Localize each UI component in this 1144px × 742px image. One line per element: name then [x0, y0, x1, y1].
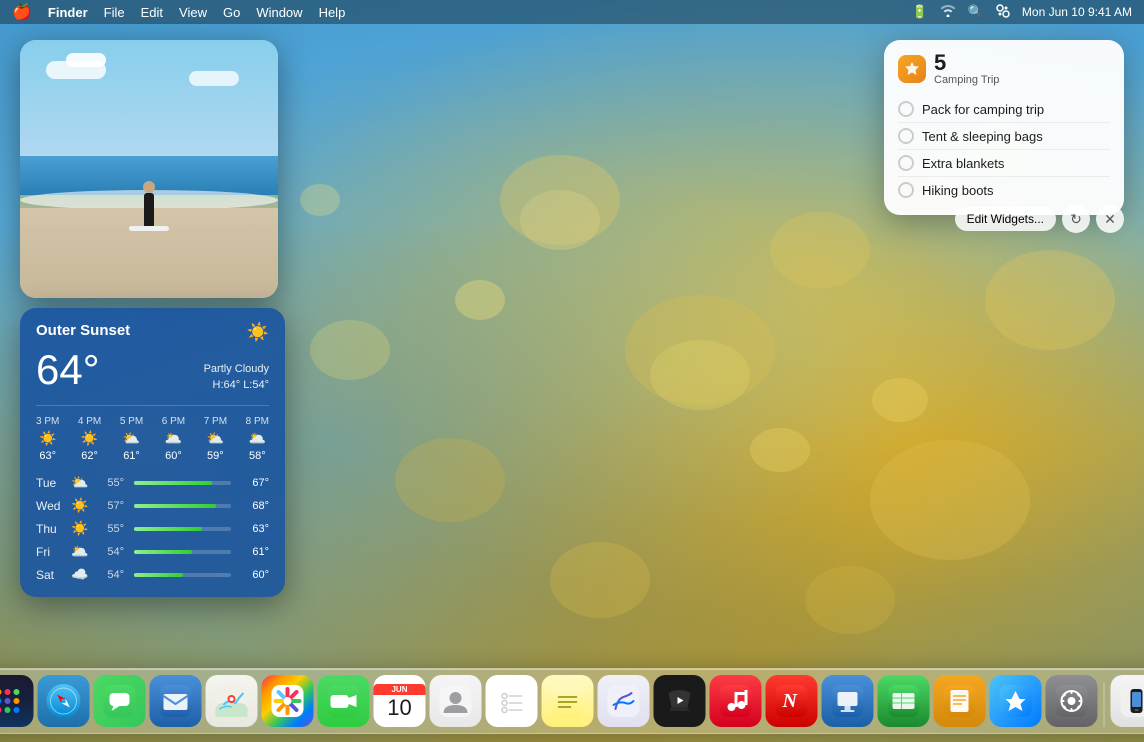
menubar-controlcenter-icon[interactable]	[996, 4, 1010, 21]
dock-messages[interactable]	[94, 675, 146, 727]
surfer-figure	[129, 181, 169, 231]
menubar-left: 🍎 Finder File Edit View Go Window Help	[12, 2, 345, 22]
reminder-text-2: Tent & sleeping bags	[922, 129, 1043, 144]
menubar-datetime[interactable]: Mon Jun 10 9:41 AM	[1022, 5, 1132, 19]
dock: JUN 10	[0, 668, 1144, 734]
dock-music[interactable]	[710, 675, 762, 727]
widget-close-button[interactable]: ✕	[1096, 205, 1124, 233]
hour-col-4: 6 PM 🌥️ 60°	[162, 416, 185, 462]
menubar-file[interactable]: File	[104, 5, 125, 20]
weather-daily: Tue ⛅ 55° 67° Wed ☀️ 57° 68° Thu ☀️ 55° …	[36, 474, 269, 583]
dock-notes[interactable]	[542, 675, 594, 727]
reminder-checkbox-4[interactable]	[898, 182, 914, 198]
weather-sun-icon: ☀️	[247, 322, 269, 343]
apple-menu[interactable]: 🍎	[12, 2, 32, 22]
day-row-thu: Thu ☀️ 55° 63°	[36, 520, 269, 537]
weather-temperature: 64°	[36, 349, 100, 391]
reminder-item-3[interactable]: Extra blankets	[898, 150, 1110, 177]
reminder-text-1: Pack for camping trip	[922, 102, 1044, 117]
reminder-checkbox-1[interactable]	[898, 101, 914, 117]
menubar-go[interactable]: Go	[223, 5, 240, 20]
hour-col-6: 8 PM 🌥️ 58°	[246, 416, 269, 462]
menubar-battery-icon: 🔋	[912, 4, 928, 20]
menubar-view[interactable]: View	[179, 5, 207, 20]
day-row-fri: Fri 🌥️ 54° 61°	[36, 543, 269, 560]
dock-facetime[interactable]	[318, 675, 370, 727]
calendar-icon-inner: JUN 10	[374, 675, 426, 727]
calendar-month: JUN	[374, 684, 426, 695]
edit-widgets-button[interactable]: Edit Widgets...	[955, 207, 1056, 231]
dock-launchpad[interactable]	[0, 675, 34, 727]
day-row-sat: Sat ☁️ 54° 60°	[36, 566, 269, 583]
menubar-window[interactable]: Window	[256, 5, 302, 20]
menubar-edit[interactable]: Edit	[141, 5, 163, 20]
dock-photos[interactable]	[262, 675, 314, 727]
menubar-search-icon[interactable]: 🔍	[968, 4, 984, 20]
dock-maps[interactable]	[206, 675, 258, 727]
widget-controls: Edit Widgets... ↻ ✕	[955, 205, 1124, 233]
hour-col-1: 3 PM ☀️ 63°	[36, 416, 59, 462]
menubar: 🍎 Finder File Edit View Go Window Help 🔋…	[0, 0, 1144, 24]
dock-news[interactable]: N	[766, 675, 818, 727]
reminder-text-4: Hiking boots	[922, 183, 994, 198]
reminders-group-name: Camping Trip	[934, 74, 999, 86]
reminders-count-group: 5 Camping Trip	[934, 52, 999, 86]
photos-widget	[20, 40, 278, 298]
dock-appletv[interactable]	[654, 675, 706, 727]
menubar-finder[interactable]: Finder	[48, 5, 88, 20]
photos-widget-image	[20, 40, 278, 298]
dock-iphone-mirroring[interactable]	[1111, 675, 1144, 727]
hour-col-3: 5 PM ⛅ 61°	[120, 416, 143, 462]
widget-rotate-button[interactable]: ↻	[1062, 205, 1090, 233]
dock-reminders[interactable]	[486, 675, 538, 727]
weather-location: Outer Sunset	[36, 322, 130, 339]
svg-text:N: N	[782, 690, 799, 712]
day-row-tue: Tue ⛅ 55° 67°	[36, 474, 269, 491]
weather-condition: Partly Cloudy H:64° L:54°	[204, 362, 269, 393]
weather-header: Outer Sunset ☀️	[36, 322, 269, 343]
reminder-checkbox-3[interactable]	[898, 155, 914, 171]
reminder-text-3: Extra blankets	[922, 156, 1004, 171]
reminders-count: 5	[934, 52, 999, 74]
weather-main: 64° Partly Cloudy H:64° L:54°	[36, 347, 269, 393]
menubar-right: 🔋 🔍 Mon Jun 10 9:41 AM	[912, 4, 1132, 21]
dock-freeform[interactable]	[598, 675, 650, 727]
reminder-checkbox-2[interactable]	[898, 128, 914, 144]
dock-contacts[interactable]	[430, 675, 482, 727]
reminders-app-icon	[898, 55, 926, 83]
menubar-help[interactable]: Help	[319, 5, 346, 20]
dock-safari[interactable]	[38, 675, 90, 727]
dock-appstore[interactable]	[990, 675, 1042, 727]
hour-col-2: 4 PM ☀️ 62°	[78, 416, 101, 462]
menubar-wifi-icon	[940, 5, 956, 20]
reminder-item-4[interactable]: Hiking boots	[898, 177, 1110, 203]
dock-mail[interactable]	[150, 675, 202, 727]
weather-hourly: 3 PM ☀️ 63° 4 PM ☀️ 62° 5 PM ⛅ 61° 6 PM …	[36, 405, 269, 462]
weather-widget: Outer Sunset ☀️ 64° Partly Cloudy H:64° …	[20, 308, 285, 597]
dock-numbers[interactable]	[878, 675, 930, 727]
hour-col-5: 7 PM ⛅ 59°	[204, 416, 227, 462]
reminder-item-1[interactable]: Pack for camping trip	[898, 96, 1110, 123]
day-row-wed: Wed ☀️ 57° 68°	[36, 497, 269, 514]
reminders-widget: 5 Camping Trip Pack for camping trip Ten…	[884, 40, 1124, 215]
dock-pages[interactable]	[934, 675, 986, 727]
dock-system-preferences[interactable]	[1046, 675, 1098, 727]
dock-keynote[interactable]	[822, 675, 874, 727]
calendar-day: 10	[387, 697, 411, 719]
dock-separator	[1104, 683, 1105, 727]
reminder-item-2[interactable]: Tent & sleeping bags	[898, 123, 1110, 150]
reminders-header: 5 Camping Trip	[898, 52, 1110, 86]
dock-calendar[interactable]: JUN 10	[374, 675, 426, 727]
